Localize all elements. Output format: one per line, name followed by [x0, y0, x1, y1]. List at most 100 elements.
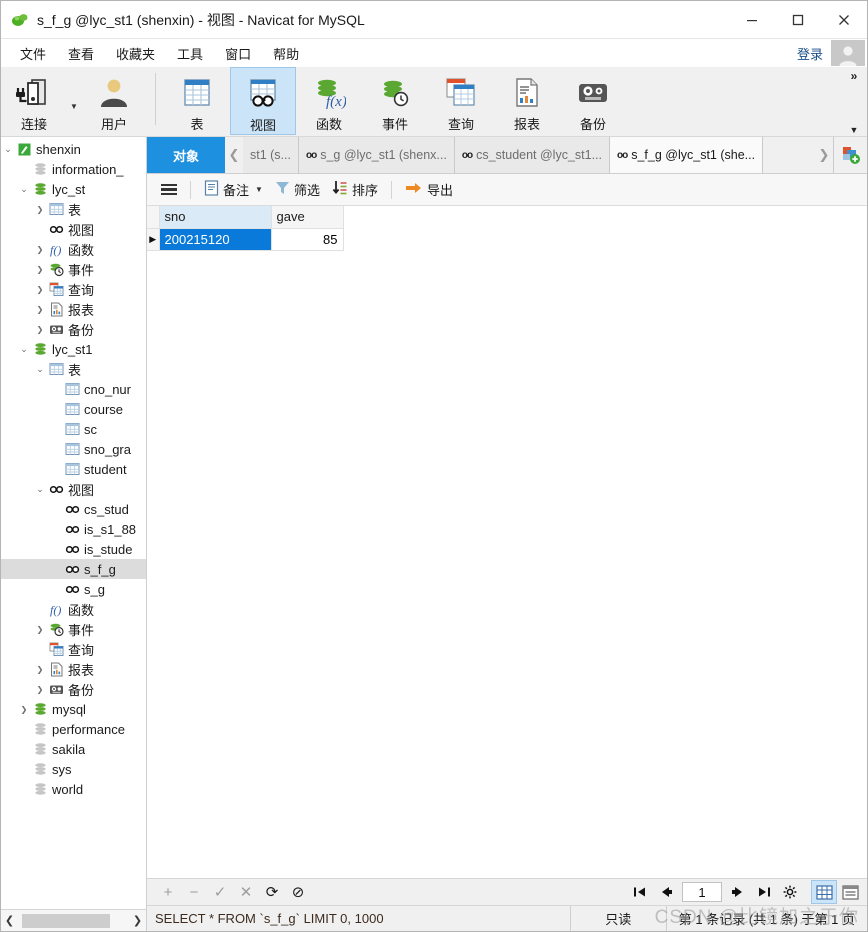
tree-node-lyc_st[interactable]: ⌄ lyc_st [1, 179, 146, 199]
cell-sno[interactable]: 200215120 [159, 228, 272, 251]
tree-node-sys[interactable]: sys [1, 759, 146, 779]
login-link[interactable]: 登录 [797, 44, 831, 63]
chevron-down-icon[interactable]: ⌄ [17, 184, 31, 195]
tree-node-[interactable]: ⌄ 表 [1, 359, 146, 379]
minimize-icon[interactable] [729, 1, 775, 39]
tree-node-student[interactable]: student [1, 459, 146, 479]
tree-node-[interactable]: 查询 [1, 639, 146, 659]
tree-node-shenxin[interactable]: ⌄ shenxin [1, 139, 146, 159]
cell-gave[interactable]: 85 [271, 228, 344, 251]
close-icon[interactable] [821, 1, 867, 39]
data-grid[interactable]: sno gave ▶ 200215120 85 [147, 206, 344, 251]
toolbar-button-event[interactable]: 事件 [362, 67, 428, 135]
table-row[interactable]: ▶ 200215120 85 [147, 228, 344, 251]
chevron-right-icon[interactable]: ❯ [33, 245, 47, 254]
tree-node-course[interactable]: course [1, 399, 146, 419]
tree-node-[interactable]: ❯ 报表 [1, 659, 146, 679]
tree-node-[interactable]: ❯ 备份 [1, 679, 146, 699]
tree-node-lyc_st1[interactable]: ⌄ lyc_st1 [1, 339, 146, 359]
tree-node-[interactable]: ❯ 报表 [1, 299, 146, 319]
editor-tab[interactable]: oo s_g @lyc_st1 (shenx... [298, 137, 455, 173]
editor-tab[interactable]: oo s_f_g @lyc_st1 (she... [610, 137, 764, 173]
refresh-button[interactable]: ⟳ [259, 880, 285, 904]
delete-record-button[interactable]: − [181, 880, 207, 904]
tab-scroll-right-icon[interactable]: ❯ [815, 137, 833, 173]
chevron-right-icon[interactable]: ❯ [33, 305, 47, 314]
tree-node-[interactable]: ❯ 事件 [1, 259, 146, 279]
toolbar-button-report[interactable]: 报表 [494, 67, 560, 135]
last-page-icon[interactable] [751, 880, 777, 904]
editor-tab[interactable]: st1 (s... [243, 137, 299, 173]
apply-changes-button[interactable]: ✓ [207, 880, 233, 904]
chevron-double-right-icon[interactable]: » [851, 69, 858, 83]
chevron-down-icon[interactable]: ▼ [850, 125, 859, 135]
chevron-right-icon[interactable]: ❯ [33, 685, 47, 694]
chevron-left-icon[interactable]: ❮ [1, 911, 18, 931]
chevron-down-icon[interactable]: ⌄ [33, 364, 47, 375]
tree-node-[interactable]: ❯ 备份 [1, 319, 146, 339]
tab-objects[interactable]: 对象 [147, 137, 225, 173]
tree-node-[interactable]: ❯ f() 函数 [1, 239, 146, 259]
scrollbar-track[interactable] [18, 910, 129, 931]
chevron-right-icon[interactable]: ❯ [33, 285, 47, 294]
sort-button[interactable]: 排序 [326, 178, 384, 202]
data-grid-area[interactable]: sno gave ▶ 200215120 85 [147, 206, 867, 878]
tree-node-[interactable]: 视图 [1, 219, 146, 239]
tree-node-information_[interactable]: information_ [1, 159, 146, 179]
chevron-right-icon[interactable]: ❯ [33, 205, 47, 214]
tree-node-s_f_g[interactable]: s_f_g [1, 559, 146, 579]
page-number-input[interactable] [682, 882, 722, 902]
tree-node-[interactable]: f() 函数 [1, 599, 146, 619]
tree-node-is_stude[interactable]: is_stude [1, 539, 146, 559]
filter-button[interactable]: 筛选 [269, 178, 326, 202]
chevron-right-icon[interactable]: ❯ [33, 325, 47, 334]
tree-node-sakila[interactable]: sakila [1, 739, 146, 759]
tree-node-mysql[interactable]: ❯ mysql [1, 699, 146, 719]
chevron-right-icon[interactable]: ❯ [33, 265, 47, 274]
tree-node-world[interactable]: world [1, 779, 146, 799]
toolbar-button-query[interactable]: 查询 [428, 67, 494, 135]
stop-button[interactable]: ⊘ [285, 880, 311, 904]
export-button[interactable]: 导出 [399, 178, 459, 202]
tree-node-[interactable]: ❯ 查询 [1, 279, 146, 299]
chevron-right-icon[interactable]: ❯ [129, 911, 146, 931]
menu-item-favorites[interactable]: 收藏夹 [105, 41, 166, 66]
toolbar-button-view[interactable]: 视图 [230, 67, 296, 135]
tree-node-cs_stud[interactable]: cs_stud [1, 499, 146, 519]
prev-page-icon[interactable] [653, 880, 679, 904]
chevron-right-icon[interactable]: ❯ [33, 625, 47, 634]
add-record-button[interactable]: + [155, 880, 181, 904]
column-header-sno[interactable]: sno [159, 206, 272, 229]
hamburger-icon[interactable] [155, 178, 183, 202]
chevron-down-icon[interactable]: ⌄ [17, 344, 31, 355]
tree-node-is_s1_88[interactable]: is_s1_88 [1, 519, 146, 539]
tree-node-cno_nur[interactable]: cno_nur [1, 379, 146, 399]
tree-node-[interactable]: ⌄ 视图 [1, 479, 146, 499]
menu-item-file[interactable]: 文件 [9, 41, 57, 66]
chevron-down-icon[interactable]: ▼ [255, 185, 263, 194]
chevron-right-icon[interactable]: ❯ [17, 705, 31, 714]
toolbar-button-user[interactable]: 用户 [81, 67, 147, 135]
gear-icon[interactable] [777, 880, 803, 904]
toolbar-button-backup[interactable]: 备份 [560, 67, 626, 135]
scrollbar-thumb[interactable] [22, 913, 110, 928]
chevron-right-icon[interactable]: ❯ [33, 665, 47, 674]
form-view-icon[interactable] [837, 880, 863, 904]
connection-dropdown-caret-icon[interactable]: ▼ [67, 67, 81, 135]
tab-scroll-left-icon[interactable]: ❮ [225, 137, 243, 173]
tree-node-sc[interactable]: sc [1, 419, 146, 439]
menu-item-window[interactable]: 窗口 [214, 41, 262, 66]
menu-item-help[interactable]: 帮助 [262, 41, 310, 66]
editor-tab[interactable]: oo cs_student @lyc_st1... [454, 137, 611, 173]
toolbar-button-function[interactable]: f(x) 函数 [296, 67, 362, 135]
tree-node-[interactable]: ❯ 表 [1, 199, 146, 219]
user-avatar-icon[interactable] [831, 40, 865, 66]
menu-item-tools[interactable]: 工具 [166, 41, 214, 66]
grid-view-icon[interactable] [811, 880, 837, 904]
toolbar-button-connection[interactable]: 连接 [1, 67, 67, 135]
next-page-icon[interactable] [725, 880, 751, 904]
object-tree[interactable]: ⌄ shenxin information_ ⌄ lyc_st ❯ 表视图 ❯ f() 函数 ❯ 事件… [1, 137, 146, 909]
tree-node-performance[interactable]: performance [1, 719, 146, 739]
tree-node-sno_gra[interactable]: sno_gra [1, 439, 146, 459]
tree-node-s_g[interactable]: s_g [1, 579, 146, 599]
